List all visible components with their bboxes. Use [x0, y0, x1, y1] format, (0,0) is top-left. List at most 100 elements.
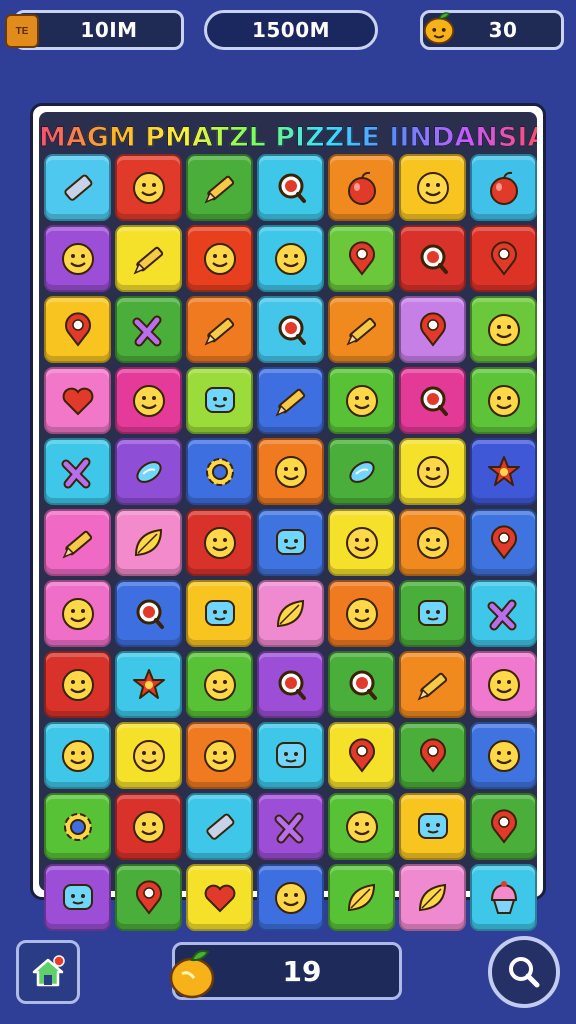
game-tile[interactable] — [469, 366, 538, 435]
game-tile[interactable] — [327, 721, 396, 790]
leaf-icon — [134, 528, 162, 556]
game-tile[interactable] — [398, 224, 467, 293]
search-icon — [278, 315, 306, 345]
game-tile[interactable] — [114, 224, 183, 293]
pin-icon — [490, 808, 517, 844]
game-tile[interactable] — [256, 366, 325, 435]
face-icon — [345, 597, 378, 630]
game-tile[interactable] — [469, 721, 538, 790]
game-tile[interactable] — [185, 437, 254, 506]
game-tile[interactable] — [114, 579, 183, 648]
pencil-icon — [62, 530, 92, 559]
search-button[interactable] — [488, 936, 560, 1008]
game-tile[interactable] — [469, 579, 538, 648]
game-tile[interactable] — [256, 437, 325, 506]
game-tile[interactable] — [469, 508, 538, 577]
game-tile[interactable] — [44, 508, 112, 577]
search-icon — [349, 670, 377, 700]
game-tile[interactable] — [114, 508, 183, 577]
face-icon — [61, 242, 94, 275]
face-icon — [487, 668, 520, 701]
gear-icon — [205, 457, 234, 486]
game-tile[interactable] — [398, 437, 467, 506]
game-tile[interactable] — [327, 437, 396, 506]
game-tile[interactable] — [469, 863, 538, 932]
game-tile[interactable] — [398, 508, 467, 577]
pencil-icon — [204, 317, 234, 346]
game-tile[interactable] — [185, 224, 254, 293]
game-tile[interactable] — [256, 792, 325, 861]
heart-icon — [204, 884, 236, 912]
game-tile[interactable] — [185, 792, 254, 861]
game-tile[interactable] — [185, 295, 254, 364]
game-tile[interactable] — [469, 224, 538, 293]
game-tile[interactable] — [44, 224, 112, 293]
game-tile[interactable] — [398, 366, 467, 435]
game-tile[interactable] — [327, 863, 396, 932]
game-tile[interactable] — [398, 863, 467, 932]
game-tile[interactable] — [256, 224, 325, 293]
game-tile[interactable] — [327, 508, 396, 577]
face-icon — [132, 171, 165, 204]
game-tile[interactable] — [44, 650, 112, 719]
game-tile[interactable] — [185, 721, 254, 790]
game-tile[interactable] — [256, 579, 325, 648]
cross-icon — [61, 457, 91, 489]
game-tile[interactable] — [185, 508, 254, 577]
game-tile[interactable] — [469, 295, 538, 364]
game-tile[interactable] — [44, 295, 112, 364]
game-tile[interactable] — [185, 650, 254, 719]
game-tile[interactable] — [327, 224, 396, 293]
game-tile[interactable] — [398, 792, 467, 861]
game-tile[interactable] — [327, 154, 396, 222]
game-tile[interactable] — [44, 154, 112, 222]
game-tile[interactable] — [114, 721, 183, 790]
game-tile[interactable] — [185, 154, 254, 222]
game-tile[interactable] — [185, 366, 254, 435]
bubble-icon — [204, 386, 235, 413]
heart-icon — [62, 387, 94, 416]
game-tile[interactable] — [398, 721, 467, 790]
game-tile[interactable] — [469, 154, 538, 222]
game-tile[interactable] — [398, 650, 467, 719]
game-tile[interactable] — [327, 792, 396, 861]
game-tile[interactable] — [256, 295, 325, 364]
game-tile[interactable] — [327, 650, 396, 719]
tile-grid — [44, 154, 538, 932]
game-tile[interactable] — [44, 437, 112, 506]
cupcake-icon — [490, 880, 517, 914]
game-tile[interactable] — [469, 792, 538, 861]
game-tile[interactable] — [44, 579, 112, 648]
game-tile[interactable] — [44, 366, 112, 435]
game-tile[interactable] — [256, 508, 325, 577]
game-tile[interactable] — [256, 863, 325, 932]
game-tile[interactable] — [327, 295, 396, 364]
game-tile[interactable] — [469, 437, 538, 506]
game-tile[interactable] — [398, 579, 467, 648]
game-tile[interactable] — [114, 295, 183, 364]
game-tile[interactable] — [327, 579, 396, 648]
bottom-bar: 19 — [0, 930, 576, 1024]
game-tile[interactable] — [185, 863, 254, 932]
game-tile[interactable] — [44, 863, 112, 932]
game-tile[interactable] — [114, 154, 183, 222]
game-tile[interactable] — [44, 792, 112, 861]
game-tile[interactable] — [256, 721, 325, 790]
search-icon — [278, 173, 306, 203]
game-tile[interactable] — [256, 650, 325, 719]
game-tile[interactable] — [469, 650, 538, 719]
game-tile[interactable] — [44, 721, 112, 790]
treasure-chest-icon[interactable]: TE — [5, 14, 39, 48]
game-tile[interactable] — [114, 650, 183, 719]
game-tile[interactable] — [256, 154, 325, 222]
game-tile[interactable] — [398, 154, 467, 222]
game-tile[interactable] — [114, 792, 183, 861]
game-tile[interactable] — [114, 863, 183, 932]
game-tile[interactable] — [114, 366, 183, 435]
game-tile[interactable] — [185, 579, 254, 648]
cross-icon — [274, 812, 304, 844]
home-button[interactable] — [16, 940, 80, 1004]
game-tile[interactable] — [327, 366, 396, 435]
game-tile[interactable] — [114, 437, 183, 506]
game-tile[interactable] — [398, 295, 467, 364]
